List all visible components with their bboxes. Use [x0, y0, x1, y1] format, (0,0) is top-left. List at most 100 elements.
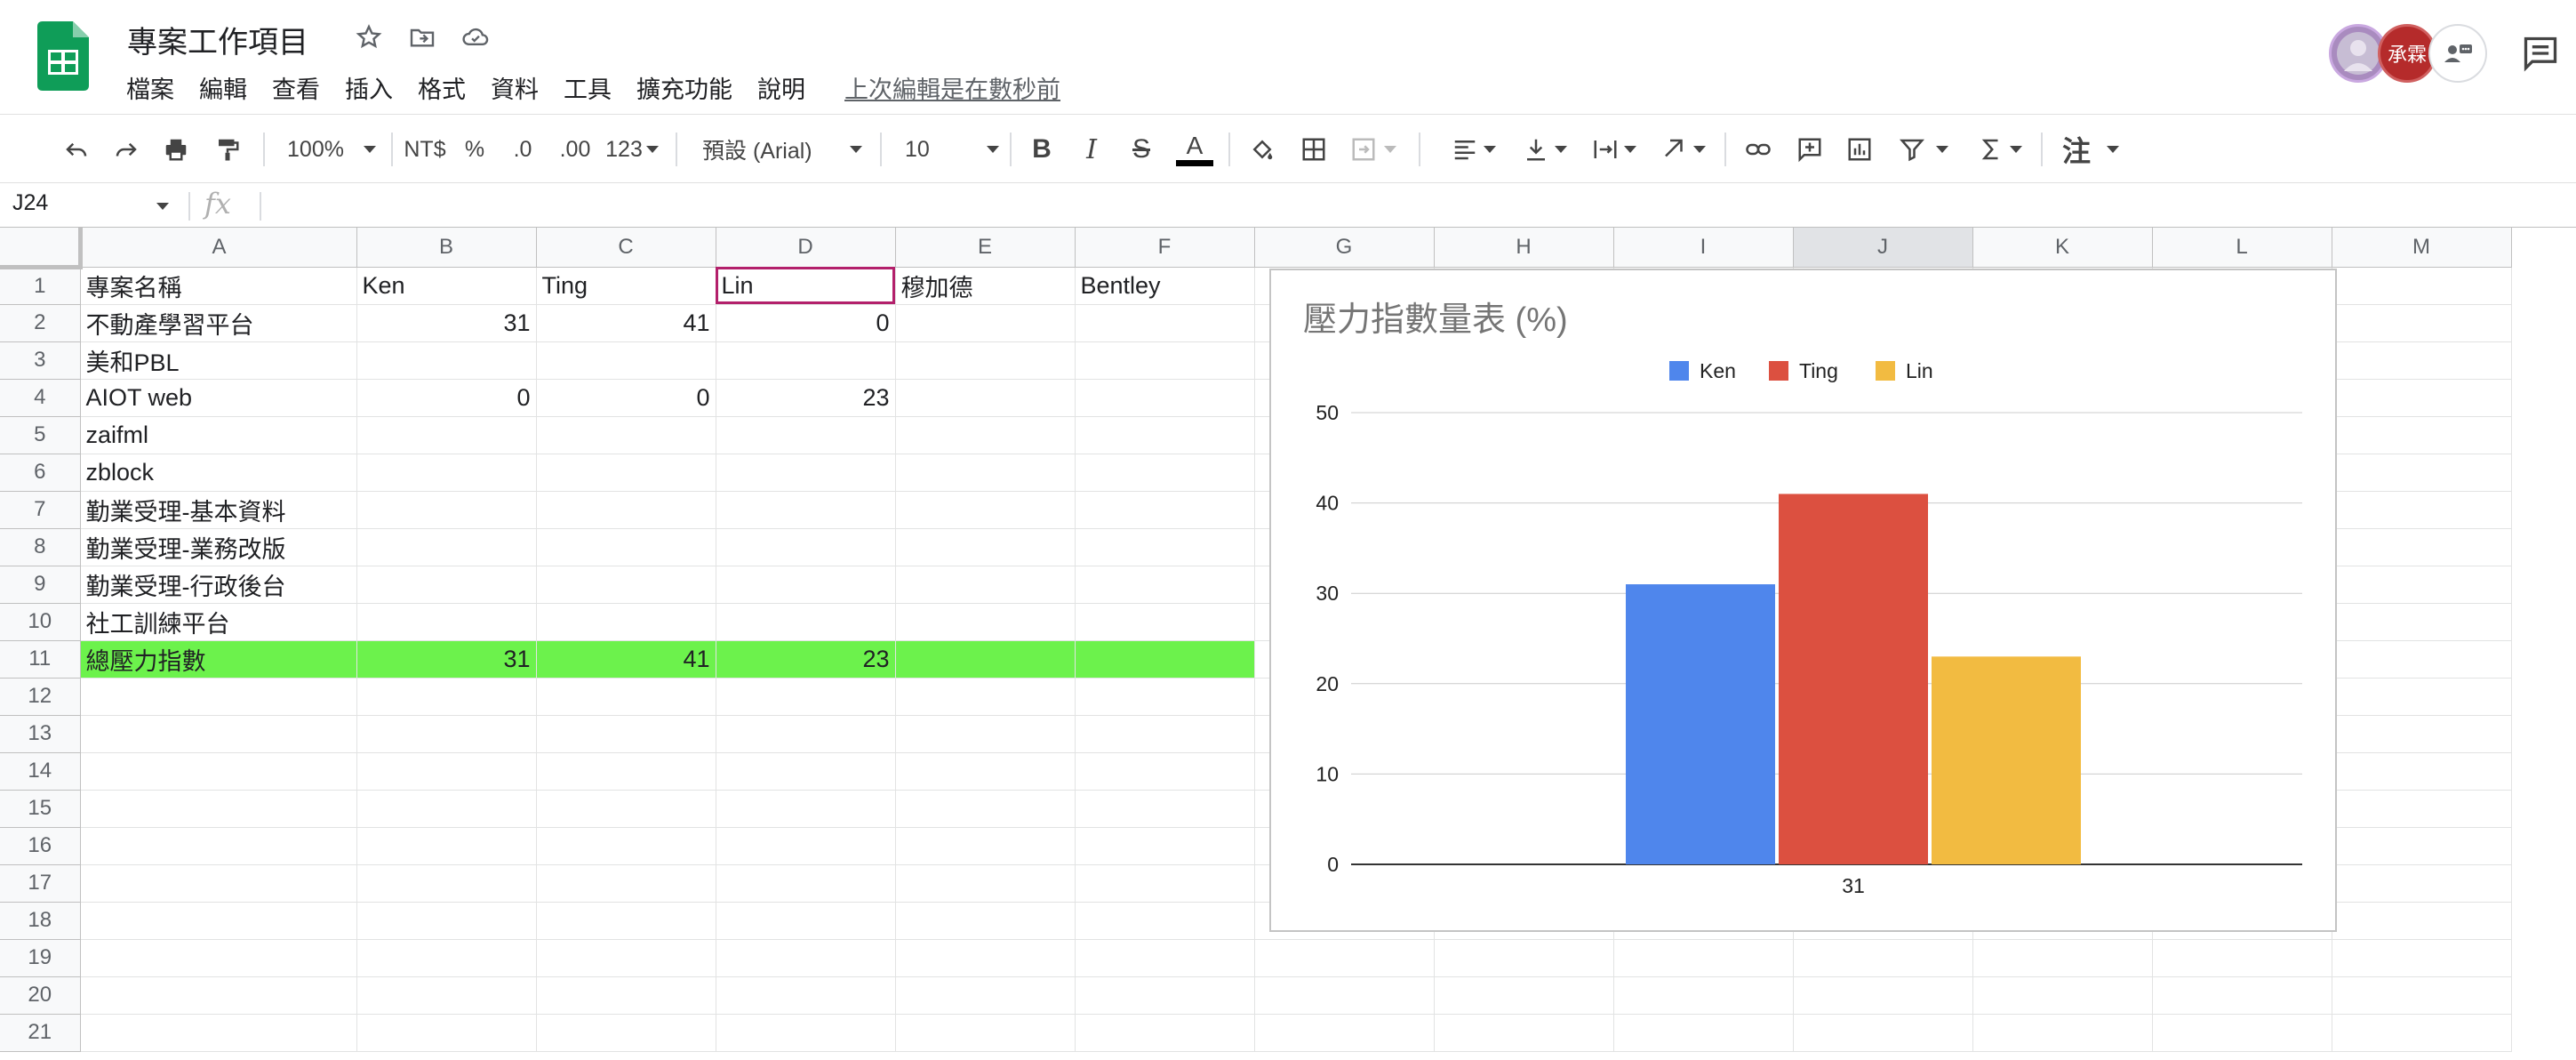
cell-e20[interactable] [895, 976, 1076, 1015]
cell-b1[interactable]: Ken [356, 267, 537, 305]
cell-e8[interactable] [895, 528, 1076, 566]
cell-c7[interactable] [536, 491, 716, 529]
cell-a14[interactable] [80, 752, 357, 791]
cell-b13[interactable] [356, 715, 537, 753]
row-header[interactable]: 8 [0, 528, 81, 566]
cell-c6[interactable] [536, 454, 716, 492]
cell-g19[interactable] [1254, 939, 1435, 977]
column-header-e[interactable]: E [895, 228, 1076, 268]
strikethrough-button[interactable]: S [1125, 131, 1157, 168]
cell-e18[interactable] [895, 902, 1076, 940]
cell-d9[interactable] [716, 566, 896, 604]
cell-b21[interactable] [356, 1014, 537, 1052]
cell-b18[interactable] [356, 902, 537, 940]
currency-format-button[interactable]: NT$ [400, 131, 450, 168]
cell-b15[interactable] [356, 790, 537, 828]
menu-data[interactable]: 資料 [491, 70, 539, 105]
cell-d14[interactable] [716, 752, 896, 791]
cell-a7[interactable]: 勤業受理-基本資料 [80, 491, 357, 529]
name-box-dropdown-icon[interactable] [156, 203, 169, 210]
cell-d10[interactable] [716, 603, 896, 641]
cell-c2[interactable]: 41 [536, 304, 716, 342]
cell-c16[interactable] [536, 827, 716, 865]
cell-b19[interactable] [356, 939, 537, 977]
cell-c21[interactable] [536, 1014, 716, 1052]
font-family-select[interactable]: 預設 (Arial) [702, 131, 862, 168]
cell-f20[interactable] [1075, 976, 1255, 1015]
cell-d12[interactable] [716, 678, 896, 716]
cell-g20[interactable] [1254, 976, 1435, 1015]
vertical-align-icon[interactable] [1516, 131, 1573, 168]
cell-j20[interactable] [1793, 976, 1973, 1015]
cell-d19[interactable] [716, 939, 896, 977]
menu-file[interactable]: 檔案 [126, 70, 174, 105]
cell-h21[interactable] [1434, 1014, 1614, 1052]
cell-m6[interactable] [2332, 454, 2512, 492]
cell-a17[interactable] [80, 864, 357, 903]
cell-m13[interactable] [2332, 715, 2512, 753]
cell-m9[interactable] [2332, 566, 2512, 604]
menu-insert[interactable]: 插入 [345, 70, 393, 105]
cell-b7[interactable] [356, 491, 537, 529]
cell-e1[interactable]: 穆加德 [895, 267, 1076, 305]
cell-e4[interactable] [895, 379, 1076, 417]
cell-e15[interactable] [895, 790, 1076, 828]
cell-b17[interactable] [356, 864, 537, 903]
cell-a5[interactable]: zaifml [80, 416, 357, 454]
star-icon[interactable] [351, 20, 387, 55]
row-header[interactable]: 9 [0, 566, 81, 604]
cell-a13[interactable] [80, 715, 357, 753]
cell-f21[interactable] [1075, 1014, 1255, 1052]
insert-link-icon[interactable] [1740, 131, 1776, 168]
cell-a10[interactable]: 社工訓練平台 [80, 603, 357, 641]
cell-m21[interactable] [2332, 1014, 2512, 1052]
comment-history-icon[interactable] [2521, 34, 2560, 73]
cell-c13[interactable] [536, 715, 716, 753]
cell-c8[interactable] [536, 528, 716, 566]
cell-d21[interactable] [716, 1014, 896, 1052]
cell-f19[interactable] [1075, 939, 1255, 977]
column-header-c[interactable]: C [536, 228, 716, 268]
borders-icon[interactable] [1296, 131, 1332, 168]
cell-f17[interactable] [1075, 864, 1255, 903]
cell-a15[interactable] [80, 790, 357, 828]
cell-b2[interactable]: 31 [356, 304, 537, 342]
column-header-a[interactable]: A [80, 228, 357, 268]
cell-c3[interactable] [536, 341, 716, 380]
row-header[interactable]: 15 [0, 790, 81, 828]
cell-c15[interactable] [536, 790, 716, 828]
cell-b14[interactable] [356, 752, 537, 791]
column-header-j[interactable]: J [1793, 228, 1973, 268]
cell-b11[interactable]: 31 [356, 640, 537, 679]
cell-a12[interactable] [80, 678, 357, 716]
cell-d17[interactable] [716, 864, 896, 903]
column-header-f[interactable]: F [1075, 228, 1255, 268]
cell-f6[interactable] [1075, 454, 1255, 492]
cell-f12[interactable] [1075, 678, 1255, 716]
cell-a3[interactable]: 美和PBL [80, 341, 357, 380]
cell-d20[interactable] [716, 976, 896, 1015]
cell-c1[interactable]: Ting [536, 267, 716, 305]
row-header[interactable]: 20 [0, 976, 81, 1015]
cell-a8[interactable]: 勤業受理-業務改版 [80, 528, 357, 566]
cell-f16[interactable] [1075, 827, 1255, 865]
cell-m11[interactable] [2332, 640, 2512, 679]
insert-chart-icon[interactable] [1842, 131, 1877, 168]
row-header[interactable]: 11 [0, 640, 81, 679]
cell-e10[interactable] [895, 603, 1076, 641]
print-icon[interactable] [158, 131, 194, 168]
cell-e14[interactable] [895, 752, 1076, 791]
cell-d2[interactable]: 0 [716, 304, 896, 342]
cell-e19[interactable] [895, 939, 1076, 977]
name-box[interactable]: J24 [12, 190, 48, 216]
cloud-status-icon[interactable] [458, 20, 493, 55]
menu-help[interactable]: 說明 [757, 70, 805, 105]
cell-m12[interactable] [2332, 678, 2512, 716]
cell-m20[interactable] [2332, 976, 2512, 1015]
row-header[interactable]: 4 [0, 379, 81, 417]
row-header[interactable]: 6 [0, 454, 81, 492]
cell-l20[interactable] [2152, 976, 2332, 1015]
cell-b12[interactable] [356, 678, 537, 716]
text-rotation-icon[interactable] [1655, 131, 1712, 168]
cell-i21[interactable] [1613, 1014, 1794, 1052]
